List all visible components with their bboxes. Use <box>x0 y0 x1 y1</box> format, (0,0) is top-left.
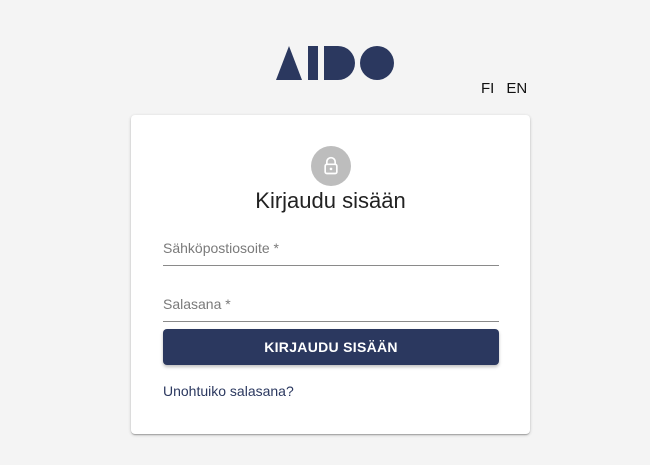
email-input[interactable] <box>163 231 503 267</box>
email-field[interactable]: Sähköpostiosoite * <box>163 231 503 267</box>
login-button[interactable]: KIRJAUDU SISÄÄN <box>163 329 499 365</box>
language-en[interactable]: EN <box>506 80 527 97</box>
aido-logo <box>276 46 394 80</box>
language-fi[interactable]: FI <box>481 80 494 97</box>
login-page: FI EN Kirjaudu sisään Sähköpostiosoite *… <box>0 0 650 465</box>
language-switcher: FI EN <box>481 80 527 97</box>
page-title: Kirjaudu sisään <box>255 188 406 213</box>
forgot-password-link[interactable]: Unohtuiko salasana? <box>163 383 294 399</box>
password-input[interactable] <box>163 287 503 323</box>
lock-avatar <box>311 146 351 186</box>
password-field[interactable]: Salasana * <box>163 287 503 323</box>
login-card: Kirjaudu sisään Sähköpostiosoite * Salas… <box>131 115 530 434</box>
lock-icon <box>324 156 338 175</box>
